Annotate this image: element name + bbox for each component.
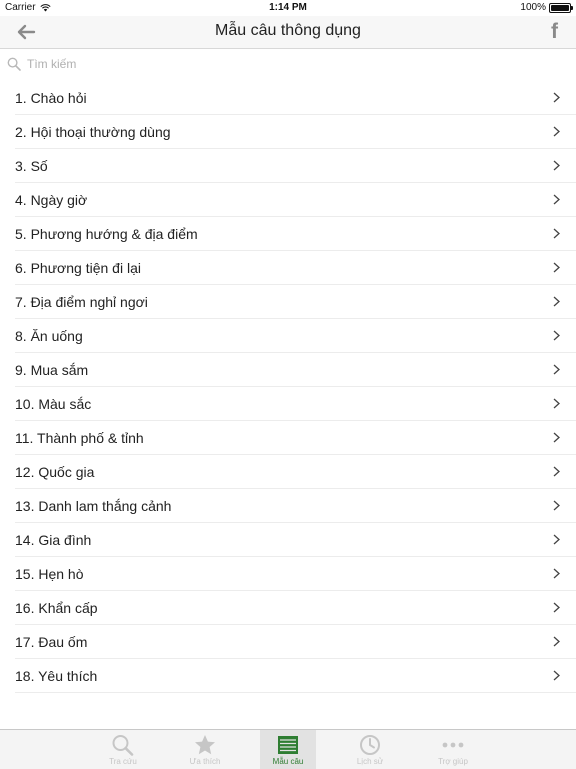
tab-label: Ưa thích [189, 757, 221, 766]
list-item[interactable]: 5. Phương hướng & địa điểm [15, 217, 576, 251]
list-item-label: 1. Chào hỏi [15, 89, 87, 106]
chevron-right-icon [553, 364, 560, 375]
list-item[interactable]: 8. Ăn uống [15, 319, 576, 353]
star-icon [195, 735, 215, 755]
list-item-label: 13. Danh lam thắng cảnh [15, 497, 172, 514]
category-list: 1. Chào hỏi 2. Hội thoại thường dùng 3. … [0, 81, 576, 693]
phrasebook-icon [278, 736, 298, 754]
list-item[interactable]: 14. Gia đình [15, 523, 576, 557]
chevron-right-icon [553, 194, 560, 205]
facebook-button[interactable]: f [551, 20, 558, 44]
tab-phrasebook[interactable]: Mẫu câu [260, 730, 316, 769]
chevron-right-icon [553, 500, 560, 511]
search-icon [112, 735, 134, 756]
status-bar: Carrier 1:14 PM 100% [0, 0, 576, 16]
battery-percent: 100% [520, 2, 546, 13]
search-bar [0, 49, 576, 79]
facebook-icon: f [551, 20, 558, 43]
list-item-label: 14. Gia đình [15, 531, 92, 548]
tab-help[interactable]: Trợ giúp [425, 730, 481, 769]
search-icon [7, 57, 21, 71]
chevron-right-icon [553, 398, 560, 409]
chevron-right-icon [553, 330, 560, 341]
list-item-label: 3. Số [15, 157, 48, 174]
list-item-label: 15. Hẹn hò [15, 565, 84, 582]
list-item[interactable]: 10. Màu sắc [15, 387, 576, 421]
list-item-label: 16. Khẩn cấp [15, 599, 98, 616]
list-item-label: 6. Phương tiện đi lại [15, 259, 141, 276]
list-item[interactable]: 11. Thành phố & tỉnh [15, 421, 576, 455]
tab-label: Tra cứu [109, 757, 137, 766]
list-item-label: 17. Đau ốm [15, 633, 88, 650]
tab-history[interactable]: Lịch sử [342, 730, 398, 769]
battery-icon [549, 2, 573, 13]
chevron-right-icon [553, 636, 560, 647]
list-item[interactable]: 3. Số [15, 149, 576, 183]
list-item[interactable]: 15. Hẹn hò [15, 557, 576, 591]
chevron-right-icon [553, 160, 560, 171]
chevron-right-icon [553, 466, 560, 477]
list-item[interactable]: 2. Hội thoại thường dùng [15, 115, 576, 149]
list-item[interactable]: 18. Yêu thích [15, 659, 576, 693]
chevron-right-icon [553, 92, 560, 103]
tab-bar: Tra cứu Ưa thích Mẫu câu Lịch sử Trợ giú… [0, 729, 576, 769]
list-item[interactable]: 1. Chào hỏi [15, 81, 576, 115]
list-item[interactable]: 7. Địa điểm nghỉ ngơi [15, 285, 576, 319]
chevron-right-icon [553, 534, 560, 545]
chevron-right-icon [553, 228, 560, 239]
list-item-label: 5. Phương hướng & địa điểm [15, 225, 198, 242]
tab-label: Trợ giúp [438, 757, 468, 766]
chevron-right-icon [553, 296, 560, 307]
list-item-label: 7. Địa điểm nghỉ ngơi [15, 293, 148, 310]
nav-bar: Mẫu câu thông dụng f [0, 16, 576, 49]
list-item-label: 8. Ăn uống [15, 327, 83, 344]
chevron-right-icon [553, 568, 560, 579]
tab-label: Lịch sử [356, 757, 384, 766]
list-item-label: 2. Hội thoại thường dùng [15, 123, 171, 140]
status-right: 100% [520, 2, 573, 13]
chevron-right-icon [553, 670, 560, 681]
tab-favorites[interactable]: Ưa thích [177, 730, 233, 769]
list-item[interactable]: 4. Ngày giờ [15, 183, 576, 217]
list-item[interactable]: 16. Khẩn cấp [15, 591, 576, 625]
status-time: 1:14 PM [269, 2, 307, 13]
list-item[interactable]: 9. Mua sắm [15, 353, 576, 387]
search-input[interactable] [27, 55, 567, 73]
list-item-label: 18. Yêu thích [15, 667, 98, 684]
chevron-right-icon [553, 602, 560, 613]
list-item-label: 11. Thành phố & tỉnh [15, 429, 144, 446]
list-item[interactable]: 12. Quốc gia [15, 455, 576, 489]
clock-icon [360, 735, 380, 755]
list-item[interactable]: 6. Phương tiện đi lại [15, 251, 576, 285]
tab-label: Mẫu câu [272, 757, 304, 766]
tab-search[interactable]: Tra cứu [95, 730, 151, 769]
chevron-right-icon [553, 432, 560, 443]
list-item-label: 4. Ngày giờ [15, 191, 88, 208]
chevron-right-icon [553, 262, 560, 273]
list-item-label: 10. Màu sắc [15, 395, 92, 412]
list-item-label: 12. Quốc gia [15, 463, 95, 480]
list-item[interactable]: 17. Đau ốm [15, 625, 576, 659]
list-item-label: 9. Mua sắm [15, 361, 89, 378]
chevron-right-icon [553, 126, 560, 137]
list-item[interactable]: 13. Danh lam thắng cảnh [15, 489, 576, 523]
page-title: Mẫu câu thông dụng [215, 22, 361, 39]
more-icon [442, 742, 464, 748]
